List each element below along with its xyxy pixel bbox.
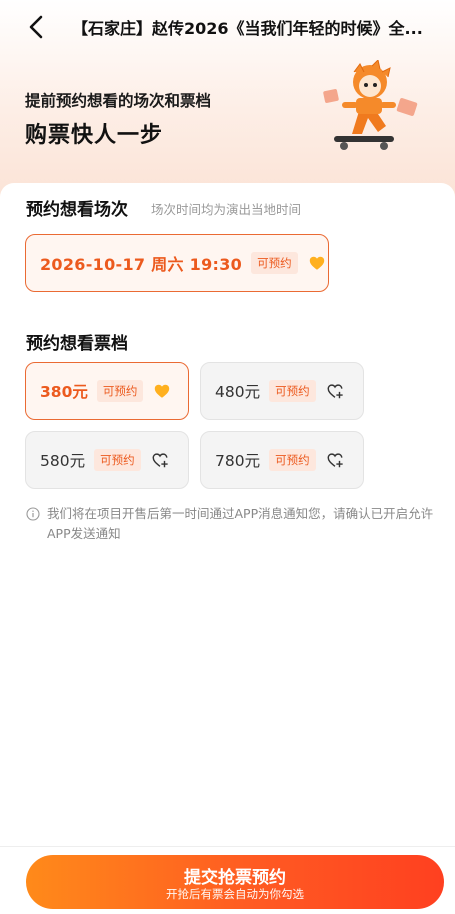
ticket-option-480[interactable]: 480元 可预约 (200, 362, 364, 420)
status-badge: 可预约 (269, 449, 316, 471)
session-option[interactable]: 2026-10-17 周六 19:30 可预约 (25, 234, 329, 292)
status-badge: 可预约 (96, 380, 144, 402)
ticket-price: 780元 (215, 452, 261, 470)
ticket-option-380[interactable]: 380元 可预约 (25, 362, 189, 420)
session-label: 2026-10-17 周六 19:30 (40, 255, 243, 274)
ticket-section-title: 预约想看票档 (26, 334, 128, 354)
status-badge: 可预约 (269, 380, 316, 402)
ticket-price: 380元 (40, 383, 88, 401)
heart-filled-icon (155, 384, 170, 398)
ticket-price: 580元 (40, 452, 86, 470)
info-icon (26, 507, 40, 521)
session-section-hint: 场次时间均为演出当地时间 (151, 202, 302, 217)
ticket-option-580[interactable]: 580元 可预约 (25, 431, 189, 489)
submit-button-sublabel: 开抢后有票会自动为你勾选 (166, 887, 304, 901)
page-title: 【石家庄】赵传2026《当我们年轻的时候》全... (72, 19, 423, 38)
hero-title: 购票快人一步 (25, 123, 164, 148)
heart-add-icon (152, 453, 168, 468)
submit-button-label: 提交抢票预约 (184, 868, 286, 888)
heart-filled-icon (309, 256, 324, 270)
ticket-price: 480元 (215, 383, 261, 401)
ticket-option-780[interactable]: 780元 可预约 (200, 431, 364, 489)
nav-bar: 【石家庄】赵传2026《当我们年轻的时候》全... (0, 0, 455, 56)
heart-add-icon (327, 384, 343, 399)
skateboard-mascot-icon (320, 59, 425, 160)
hero-subtitle: 提前预约想看的场次和票档 (25, 92, 212, 110)
heart-add-icon (327, 453, 343, 468)
session-section-title: 预约想看场次 (26, 200, 128, 220)
back-button[interactable] (22, 12, 52, 42)
notice-text: 我们将在项目开售后第一时间通过APP消息通知您，请确认已开启允许APP发送通知 (47, 506, 434, 541)
status-badge: 可预约 (94, 449, 141, 471)
submit-reservation-button[interactable]: 提交抢票预约 开抢后有票会自动为你勾选 (26, 855, 444, 909)
status-badge: 可预约 (251, 252, 298, 274)
bottom-bar: 提交抢票预约 开抢后有票会自动为你勾选 (0, 846, 455, 914)
chevron-left-icon (29, 15, 43, 39)
